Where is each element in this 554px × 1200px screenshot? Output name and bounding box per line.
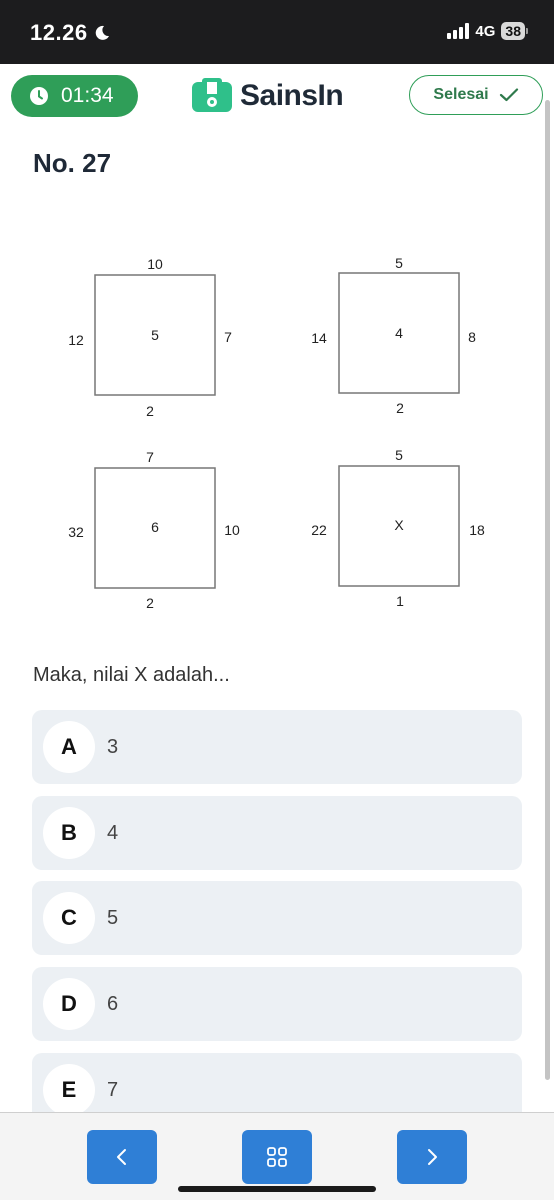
option-letter: E xyxy=(43,1064,95,1116)
option-value: 3 xyxy=(107,735,119,758)
option-value: 6 xyxy=(107,992,119,1015)
check-icon xyxy=(499,88,518,102)
square-2-bottom: 2 xyxy=(396,400,404,416)
figure-square-2: 5 14 4 8 2 xyxy=(311,255,476,416)
option-value: 5 xyxy=(107,906,119,929)
square-1-left: 12 xyxy=(68,332,84,348)
option-value: 7 xyxy=(107,1078,119,1101)
figure-square-3: 7 32 6 10 2 xyxy=(68,449,240,611)
status-indicators: 4G 38 xyxy=(447,22,528,40)
square-3-top: 7 xyxy=(146,449,154,465)
option-letter: D xyxy=(43,978,95,1030)
square-3-center: 6 xyxy=(151,519,159,535)
square-1-center: 5 xyxy=(151,327,159,343)
square-4-left: 22 xyxy=(311,522,327,538)
question-number: No. 27 xyxy=(33,148,112,178)
bottom-nav xyxy=(0,1112,554,1200)
status-time-text: 12.26 xyxy=(30,20,88,45)
square-2-top: 5 xyxy=(395,255,403,271)
question-prompt: Maka, nilai X adalah... xyxy=(33,664,230,686)
clock-icon xyxy=(30,87,48,105)
option-letter: C xyxy=(43,892,95,944)
square-3-bottom: 2 xyxy=(146,595,154,611)
chevron-left-icon xyxy=(117,1149,126,1165)
timer-text: 01:34 xyxy=(61,84,114,107)
option-a[interactable]: A 3 xyxy=(32,710,522,784)
next-button[interactable] xyxy=(397,1130,467,1184)
square-4-center: X xyxy=(394,517,404,533)
status-time: 12.26 xyxy=(30,20,110,46)
square-4-bottom: 1 xyxy=(396,593,404,609)
option-letter: B xyxy=(43,807,95,859)
question-grid-button[interactable] xyxy=(242,1130,312,1184)
prev-button[interactable] xyxy=(87,1130,157,1184)
square-2-left: 14 xyxy=(311,330,327,346)
option-letter: A xyxy=(43,721,95,773)
figure-square-1: 10 12 5 7 2 xyxy=(68,256,232,419)
battery-level: 38 xyxy=(501,22,525,40)
scrollbar[interactable] xyxy=(545,100,550,1080)
grid-icon xyxy=(267,1147,287,1167)
option-value: 4 xyxy=(107,821,119,844)
header: 01:34 SainsIn Selesai xyxy=(0,64,554,128)
square-1-bottom: 2 xyxy=(146,403,154,419)
square-3-left: 32 xyxy=(68,524,84,540)
finish-label: Selesai xyxy=(433,86,489,103)
logo-text: SainsIn xyxy=(240,79,344,112)
finish-button[interactable]: Selesai xyxy=(409,75,543,115)
logo: SainsIn xyxy=(190,78,344,114)
figure-square-4: 5 22 X 18 1 xyxy=(311,447,485,609)
square-2-right: 8 xyxy=(468,329,476,345)
square-1-top: 10 xyxy=(147,256,163,272)
battery-icon: 38 xyxy=(501,22,528,40)
question-figure: 10 12 5 7 2 5 14 4 8 2 7 32 6 10 2 5 22 … xyxy=(68,255,485,611)
network-type: 4G xyxy=(475,22,496,40)
status-bar: 12.26 4G 38 xyxy=(0,0,554,64)
signal-icon xyxy=(447,23,470,39)
option-c[interactable]: C 5 xyxy=(32,881,522,955)
square-1-right: 7 xyxy=(224,329,232,345)
sainsin-logo-icon xyxy=(192,78,232,112)
square-4-top: 5 xyxy=(395,447,403,463)
square-4-right: 18 xyxy=(469,522,485,538)
square-2-center: 4 xyxy=(395,325,403,341)
option-b[interactable]: B 4 xyxy=(32,796,522,870)
home-indicator[interactable] xyxy=(178,1186,376,1192)
timer-badge: 01:34 xyxy=(11,75,138,117)
square-3-right: 10 xyxy=(224,522,240,538)
option-d[interactable]: D 6 xyxy=(32,967,522,1041)
moon-icon xyxy=(95,25,109,40)
chevron-right-icon xyxy=(428,1149,437,1165)
